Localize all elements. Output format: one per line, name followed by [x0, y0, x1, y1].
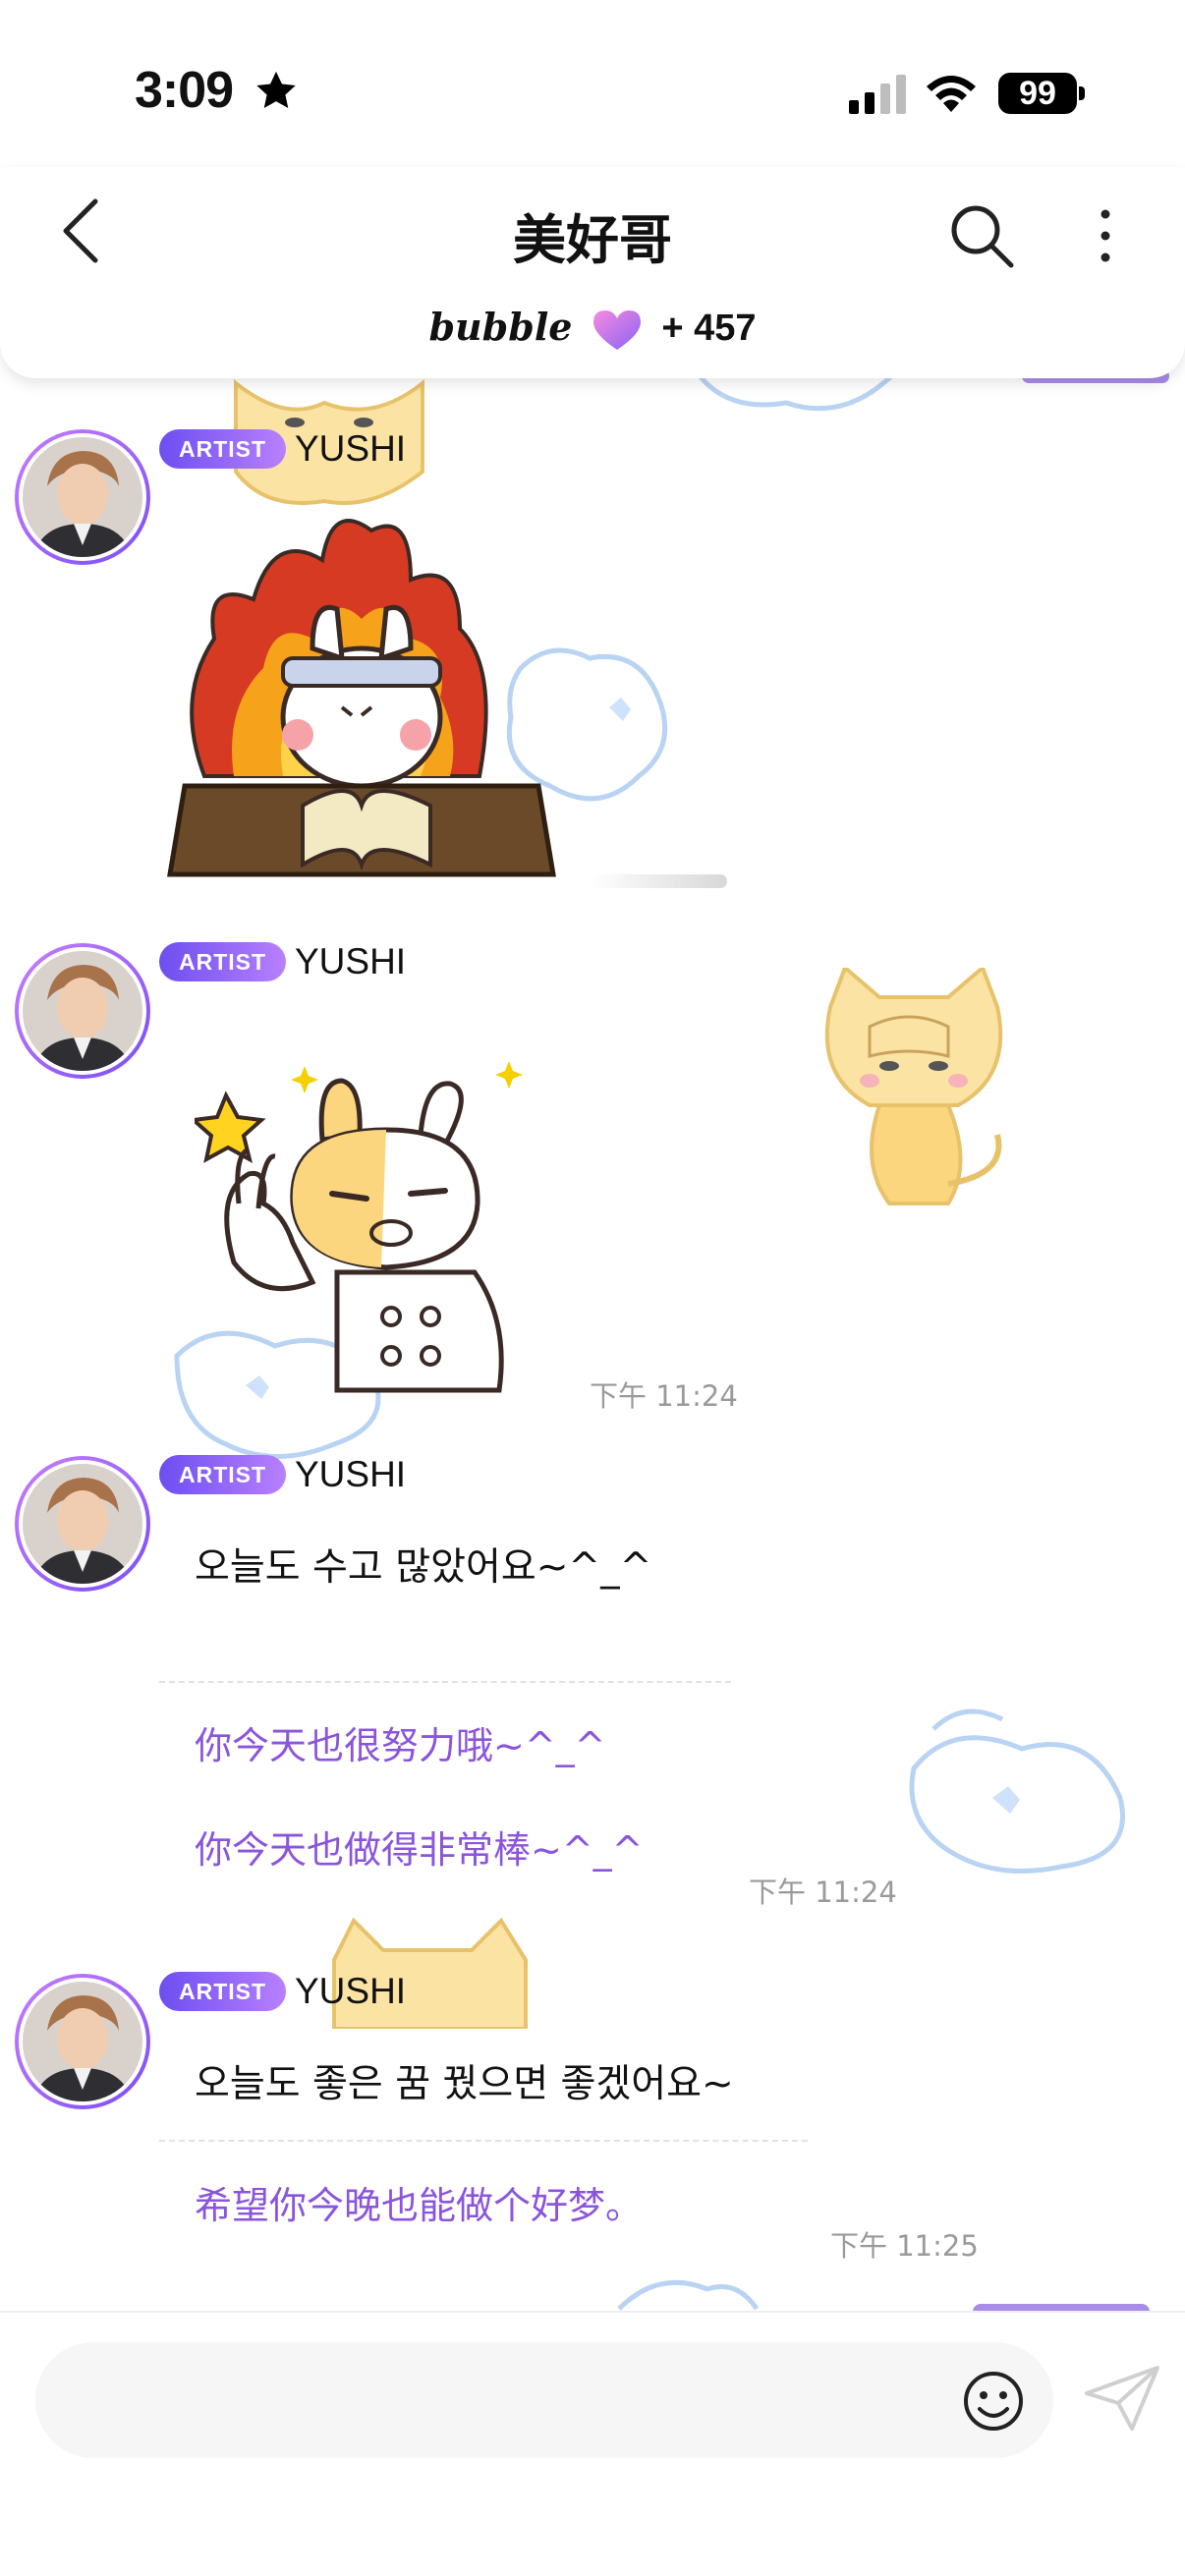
translation-text: 你今天也很努力哦~^_^ [195, 1724, 606, 1767]
sender-name: YUSHI [295, 941, 407, 981]
star-icon [256, 71, 296, 109]
wifi-icon [927, 76, 976, 112]
bubble-logo: bubble [428, 305, 573, 349]
sticker-bunny-star-salute[interactable] [195, 1046, 538, 1400]
sender-name: YUSHI [295, 1971, 407, 2011]
sender-name: YUSHI [295, 1454, 407, 1494]
background-doodle-cat [824, 968, 1003, 1205]
battery-tip [1079, 86, 1085, 100]
status-time: 3:09 [135, 62, 234, 119]
message-time: 下午 11:24 [749, 1876, 897, 1909]
message-input[interactable] [35, 2342, 1053, 2458]
status-bar: 3:09 99 [0, 0, 1185, 187]
avatar-photo [19, 1460, 146, 1588]
message-composer [0, 2311, 1185, 2576]
bubble-subscription-info: bubble + 457 [0, 305, 1185, 352]
avatar[interactable] [15, 1456, 150, 1592]
translation-divider [159, 2140, 808, 2142]
battery-indicator: 99 [998, 73, 1077, 114]
avatar-photo [19, 1978, 146, 2105]
artist-badge: ARTIST [159, 942, 287, 981]
artist-badge: ARTIST [159, 1455, 287, 1494]
avatar-photo [19, 947, 146, 1075]
avatar-portrait-icon [23, 437, 142, 557]
paper-plane-icon[interactable] [1083, 2364, 1161, 2435]
background-doodle-cloud [617, 2279, 760, 2311]
smiley-icon[interactable] [958, 2366, 1029, 2436]
sticker-bunny-studying-fire[interactable] [165, 501, 558, 884]
heart-icon [592, 310, 641, 350]
message-text: 오늘도 좋은 꿈 꿨으면 좋겠어요~ [195, 2062, 734, 2106]
chat-header: 美好哥 bubble + 457 [0, 167, 1185, 378]
background-doodle-cloud [909, 1708, 1125, 1874]
bubble-count: + 457 [661, 308, 757, 349]
message-text: 오늘도 수고 많았어요~^_^ [195, 1545, 652, 1590]
avatar[interactable] [15, 1974, 150, 2109]
avatar-portrait-icon [23, 1464, 142, 1584]
avatar-portrait-icon [23, 951, 142, 1071]
message-time: 下午 11:25 [830, 2229, 979, 2263]
translation-text: 希望你今晚也能做个好梦。 [195, 2184, 644, 2227]
message-time: 下午 11:24 [590, 1379, 738, 1413]
sticker-loading-bar [590, 874, 727, 888]
search-icon[interactable] [946, 200, 1017, 271]
avatar[interactable] [15, 943, 150, 1079]
more-vertical-icon[interactable] [1086, 200, 1125, 271]
avatar[interactable] [15, 429, 150, 565]
avatar-photo [19, 433, 146, 561]
sender-name: YUSHI [295, 428, 407, 469]
cellular-signal-icon [849, 75, 906, 114]
artist-badge: ARTIST [159, 429, 287, 469]
translation-text: 你今天也做得非常棒~^_^ [195, 1828, 644, 1872]
avatar-portrait-icon [23, 1982, 142, 2101]
artist-badge: ARTIST [159, 1972, 287, 2011]
translation-divider [159, 1681, 731, 1683]
